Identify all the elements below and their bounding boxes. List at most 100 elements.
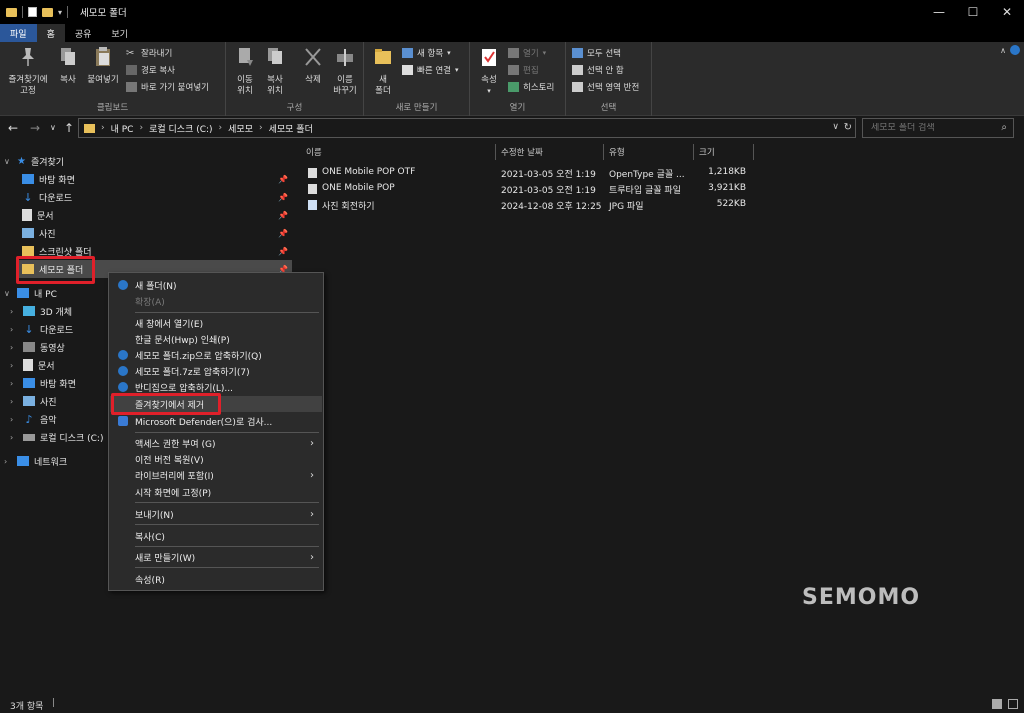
- select-all-label: 모두 선택: [587, 49, 621, 59]
- nav-pictures[interactable]: 사진 📌: [22, 224, 292, 242]
- column-header-type[interactable]: 유형: [604, 144, 694, 160]
- new-folder-button[interactable]: 새 폴더: [370, 46, 396, 97]
- invert-selection-button[interactable]: 선택 영역 반전: [572, 81, 639, 93]
- expand-arrow-icon[interactable]: ›: [10, 433, 18, 442]
- expand-arrow-icon[interactable]: ›: [10, 379, 18, 388]
- chevron-right-icon[interactable]: ›: [101, 123, 105, 133]
- chevron-right-icon[interactable]: ›: [219, 123, 223, 133]
- menu-item-new[interactable]: 새로 만들기(W) ›: [110, 549, 322, 565]
- chevron-right-icon[interactable]: ›: [259, 123, 263, 133]
- menu-item-defender-scan[interactable]: Microsoft Defender(으)로 검사...: [110, 413, 322, 429]
- history-button[interactable]: 히스토리: [508, 81, 554, 93]
- menu-item-7z[interactable]: 세모모 폴더.7z로 압축하기(7): [110, 363, 322, 379]
- file-date: 2021-03-05 오전 1:19: [501, 170, 596, 180]
- search-input[interactable]: [863, 123, 993, 133]
- pin-to-quick-access-button[interactable]: 즐겨찾기에 고정: [4, 46, 52, 97]
- edit-button[interactable]: 편집: [508, 64, 539, 76]
- breadcrumb-semomo[interactable]: 세모모: [228, 122, 253, 135]
- file-row[interactable]: 사진 회전하기 2024-12-08 오후 12:25 JPG 파일 522KB: [306, 197, 756, 213]
- details-view-icon[interactable]: [992, 699, 1002, 709]
- nav-quick-access[interactable]: ∨ ★ 즐겨찾기: [4, 152, 292, 170]
- menu-item-include-library[interactable]: 라이브러리에 포함(I) ›: [110, 467, 322, 483]
- tab-home[interactable]: 홈: [36, 24, 65, 42]
- column-header-name[interactable]: 이름: [302, 144, 496, 160]
- forward-arrow-icon[interactable]: →: [30, 121, 40, 135]
- menu-item-restore-versions[interactable]: 이전 버전 복원(V): [110, 451, 322, 467]
- address-row: ← → ∨ ↑ › 내 PC › 로컬 디스크 (C:) › 세모모 › 세모모…: [0, 116, 1024, 140]
- delete-button[interactable]: 삭제: [298, 46, 328, 86]
- folder-icon: [84, 123, 95, 133]
- tab-file[interactable]: 파일: [0, 24, 37, 42]
- copy-path-button[interactable]: 경로 복사: [126, 64, 175, 76]
- file-row[interactable]: ONE Mobile POP OTF 2021-03-05 오전 1:19 Op…: [306, 165, 756, 181]
- properties-icon[interactable]: [28, 7, 37, 17]
- nav-downloads[interactable]: ↓ 다운로드 📌: [22, 188, 292, 206]
- address-dropdown-icon[interactable]: ∨: [832, 122, 839, 132]
- file-row[interactable]: ONE Mobile POP 2021-03-05 오전 1:19 트루타입 글…: [306, 181, 756, 197]
- history-label: 히스토리: [523, 83, 555, 93]
- paste-shortcut-button[interactable]: 바로 가기 붙여넣기: [126, 81, 209, 93]
- select-all-icon: [572, 48, 583, 58]
- new-item-icon: [402, 48, 413, 58]
- expand-arrow-icon[interactable]: ∨: [4, 289, 12, 298]
- tab-view[interactable]: 보기: [101, 24, 138, 42]
- rename-button[interactable]: 이름 바꾸기: [328, 46, 362, 97]
- expand-arrow-icon[interactable]: ›: [10, 415, 18, 424]
- refresh-icon[interactable]: ↻: [844, 122, 852, 133]
- breadcrumb-semomo-folder[interactable]: 세모모 폴더: [269, 122, 313, 135]
- menu-item-give-access[interactable]: 액세스 권한 부여 (G) ›: [110, 435, 322, 451]
- expand-arrow-icon[interactable]: ›: [10, 307, 18, 316]
- column-header-date[interactable]: 수정한 날짜: [496, 144, 604, 160]
- download-arrow-icon: ↓: [23, 190, 33, 204]
- expand-arrow-icon[interactable]: ›: [10, 397, 18, 406]
- open-button[interactable]: 열기 ▾: [508, 47, 546, 59]
- chevron-right-icon[interactable]: ›: [139, 123, 143, 133]
- menu-item-pin-to-start[interactable]: 시작 화면에 고정(P): [110, 484, 322, 500]
- search-icon[interactable]: ⌕: [1001, 122, 1007, 133]
- select-all-button[interactable]: 모두 선택: [572, 47, 621, 59]
- close-button[interactable]: ✕: [990, 0, 1024, 24]
- menu-item-send-to[interactable]: 보내기(N) ›: [110, 506, 322, 522]
- help-icon[interactable]: [1010, 45, 1020, 55]
- menu-item-expand[interactable]: 확장(A): [110, 293, 322, 309]
- menu-item-hwp-print[interactable]: 한글 문서(Hwp) 인쇄(P): [110, 331, 322, 347]
- tab-share[interactable]: 공유: [65, 24, 102, 42]
- menu-item-properties[interactable]: 속성(R): [110, 571, 322, 587]
- menu-item-new-folder[interactable]: 새 폴더(N): [110, 277, 322, 293]
- large-icons-view-icon[interactable]: [1008, 699, 1018, 709]
- new-folder-icon[interactable]: [42, 7, 53, 17]
- new-item-button[interactable]: 새 항목 ▾: [402, 47, 451, 59]
- breadcrumb-this-pc[interactable]: 내 PC: [111, 122, 134, 135]
- address-bar[interactable]: › 내 PC › 로컬 디스크 (C:) › 세모모 › 세모모 폴더 ∨ ↻: [78, 118, 856, 138]
- nav-desktop[interactable]: 바탕 화면 📌: [22, 170, 292, 188]
- expand-arrow-icon[interactable]: ›: [4, 457, 12, 466]
- minimize-button[interactable]: —: [922, 0, 956, 24]
- menu-label: 한글 문서(Hwp) 인쇄(P): [135, 335, 230, 346]
- pin-icon: 📌: [278, 174, 288, 184]
- copy-to-button[interactable]: 복사 위치: [260, 46, 290, 97]
- cut-button[interactable]: ✂ 잘라내기: [126, 47, 172, 59]
- expand-arrow-icon[interactable]: ∨: [4, 157, 12, 166]
- customize-dropdown-icon[interactable]: ▾: [58, 8, 62, 17]
- search-box[interactable]: ⌕: [862, 118, 1014, 138]
- column-header-size[interactable]: 크기: [694, 144, 754, 160]
- maximize-button[interactable]: ☐: [956, 0, 990, 24]
- collapse-ribbon-icon[interactable]: ∧: [1000, 46, 1006, 55]
- copy-button[interactable]: 복사: [54, 46, 82, 86]
- menu-item-zip[interactable]: 세모모 폴더.zip으로 압축하기(Q): [110, 347, 322, 363]
- menu-item-open-new-window[interactable]: 새 창에서 열기(E): [110, 315, 322, 331]
- easy-access-button[interactable]: 빠른 연결 ▾: [402, 64, 459, 76]
- properties-button[interactable]: 속성 ▾: [474, 46, 504, 97]
- expand-arrow-icon[interactable]: ›: [10, 325, 18, 334]
- nav-documents[interactable]: 문서 📌: [22, 206, 292, 224]
- expand-arrow-icon[interactable]: ›: [10, 343, 18, 352]
- paste-button[interactable]: 붙여넣기: [84, 46, 122, 86]
- up-arrow-icon[interactable]: ↑: [64, 121, 74, 135]
- back-arrow-icon[interactable]: ←: [8, 121, 18, 135]
- move-to-button[interactable]: 이동 위치: [230, 46, 260, 97]
- menu-item-copy[interactable]: 복사(C): [110, 528, 322, 544]
- breadcrumb-local-disk[interactable]: 로컬 디스크 (C:): [149, 122, 212, 135]
- expand-arrow-icon[interactable]: ›: [10, 361, 18, 370]
- recent-dropdown-icon[interactable]: ∨: [50, 123, 56, 132]
- select-none-button[interactable]: 선택 안 함: [572, 64, 624, 76]
